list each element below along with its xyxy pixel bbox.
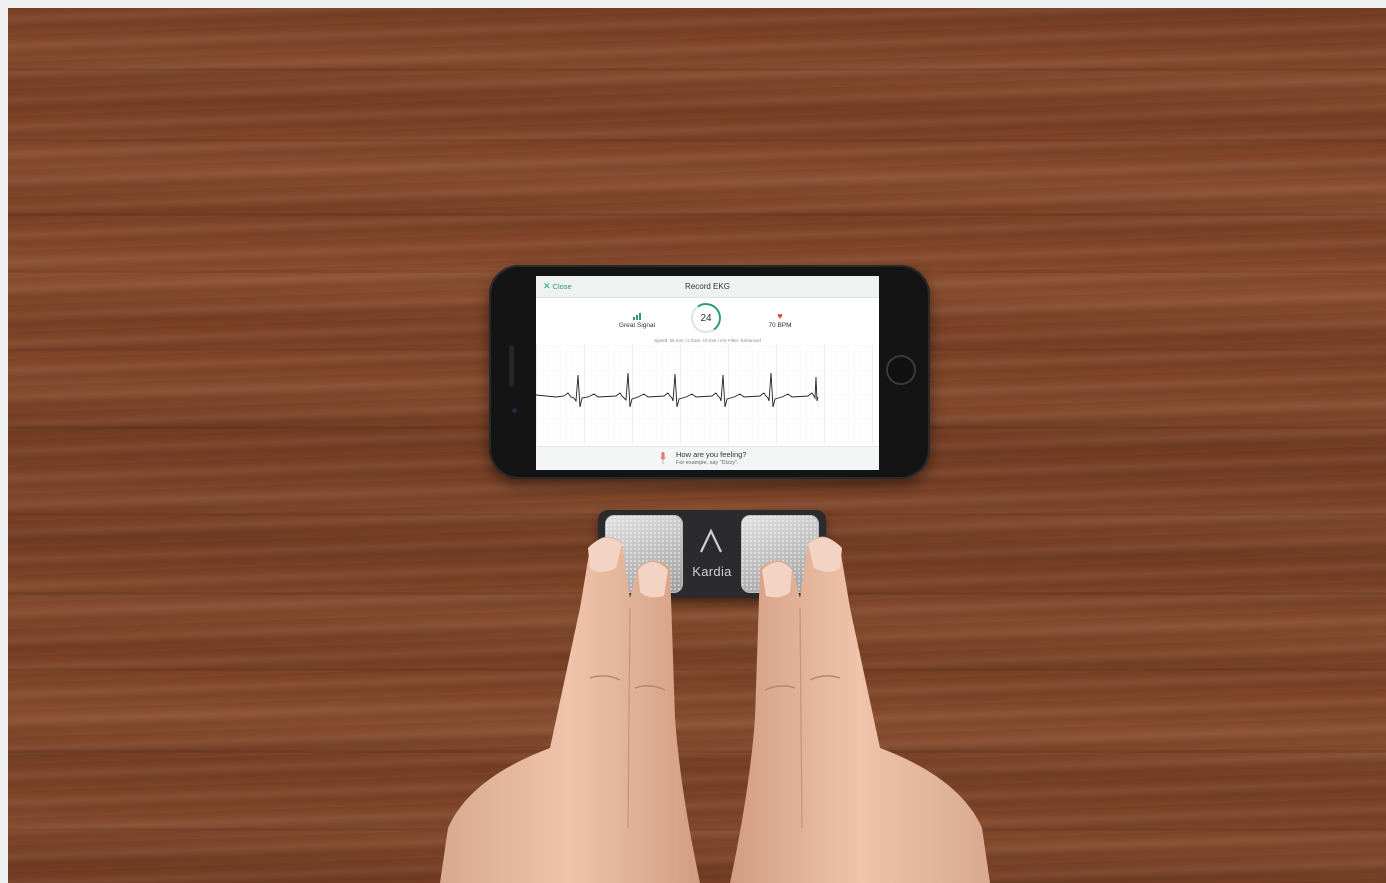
ekg-scale-info: Speed: 25 mm / s Gain: 10 mm / mV Filter…: [654, 338, 761, 343]
heart-icon: ♥: [777, 311, 783, 321]
microphone-icon: [660, 452, 666, 464]
phone-speaker: [509, 345, 514, 387]
recording-stats: Great Signal 24 ♥ 70 BPM: [536, 300, 879, 340]
left-hand: [440, 536, 700, 883]
screen-title: Record EKG: [685, 282, 730, 291]
signal-bars-icon: [614, 312, 660, 320]
feeling-prompt[interactable]: How are you feeling? For example, say "D…: [536, 446, 879, 470]
phone-screen: ✕ Close Record EKG Great Signal 24 ♥ 70 …: [536, 276, 879, 470]
ekg-grid: [536, 345, 879, 445]
prompt-question: How are you feeling?: [676, 450, 747, 459]
app-header: ✕ Close Record EKG: [536, 276, 879, 298]
wood-grain: [8, 139, 1386, 142]
signal-label: Great Signal: [618, 322, 656, 329]
wood-grain: [8, 68, 1386, 71]
right-hand: [730, 536, 990, 883]
heart-rate-indicator: ♥ 70 BPM: [758, 311, 802, 330]
timer-progress-arc: [688, 300, 724, 336]
ekg-trace-area: [536, 345, 879, 445]
ekg-chart: Speed: 25 mm / s Gain: 10 mm / mV Filter…: [536, 338, 879, 445]
prompt-hint: For example, say "Dizzy".: [676, 460, 739, 466]
heart-rate-label: 70 BPM: [768, 322, 792, 329]
phone-camera: [512, 408, 517, 413]
wood-grain: [8, 213, 1386, 216]
signal-indicator: Great Signal: [614, 312, 660, 329]
home-button[interactable]: [886, 355, 916, 385]
